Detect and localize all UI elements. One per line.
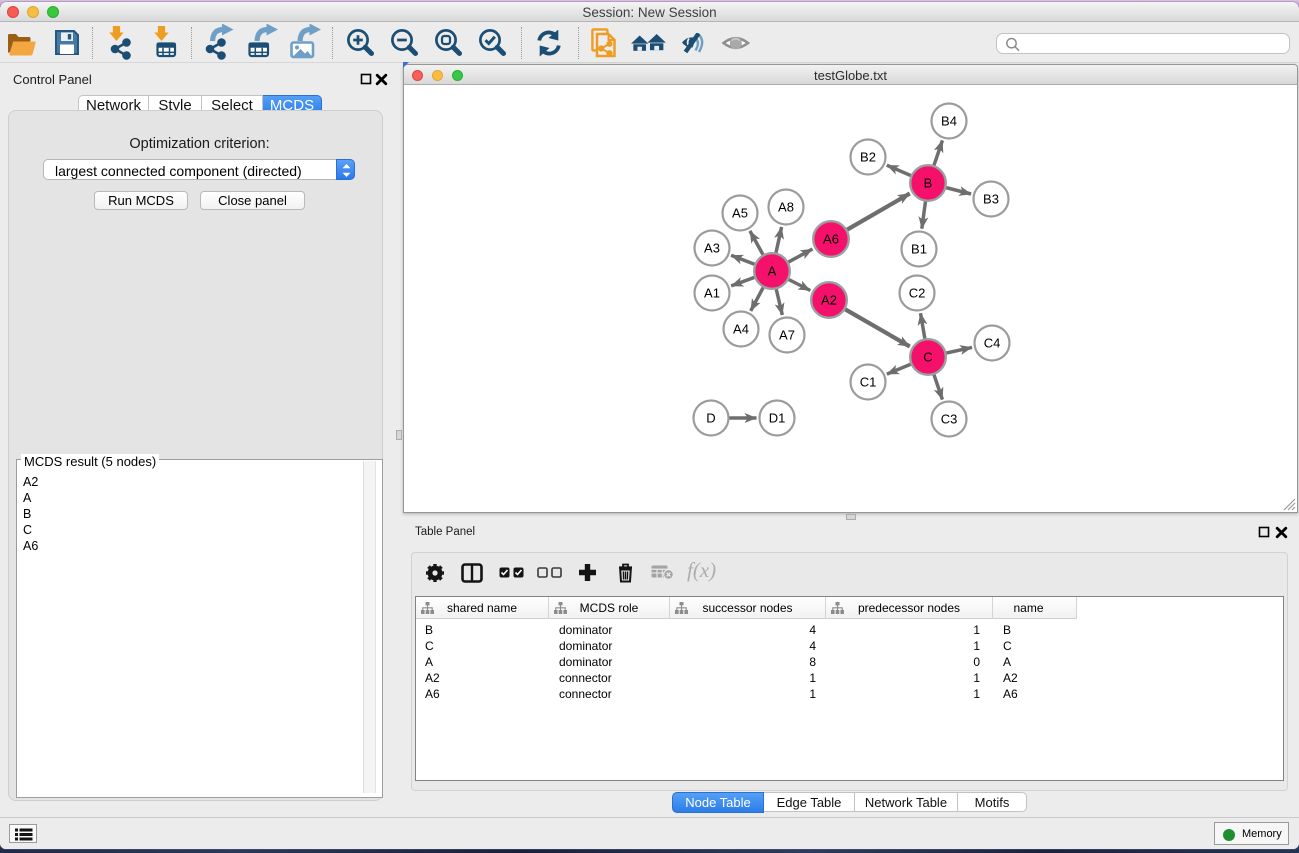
svg-text:A: A <box>768 264 777 279</box>
svg-text:A7: A7 <box>779 328 795 343</box>
svg-text:B4: B4 <box>941 114 957 129</box>
svg-text:D1: D1 <box>769 411 786 426</box>
svg-text:A2: A2 <box>821 293 837 308</box>
svg-text:C3: C3 <box>941 412 958 427</box>
svg-text:C1: C1 <box>860 375 877 390</box>
svg-text:A8: A8 <box>778 200 794 215</box>
svg-text:B2: B2 <box>860 150 876 165</box>
svg-text:A6: A6 <box>823 232 839 247</box>
svg-text:B3: B3 <box>983 192 999 207</box>
svg-text:A5: A5 <box>732 206 748 221</box>
svg-text:A3: A3 <box>704 241 720 256</box>
svg-text:D: D <box>706 411 715 426</box>
svg-text:B1: B1 <box>911 242 927 257</box>
svg-text:A1: A1 <box>704 286 720 301</box>
svg-text:C: C <box>923 350 932 365</box>
svg-text:A4: A4 <box>733 322 749 337</box>
svg-text:B: B <box>924 176 933 191</box>
svg-text:C4: C4 <box>984 336 1001 351</box>
svg-text:C2: C2 <box>909 286 926 301</box>
